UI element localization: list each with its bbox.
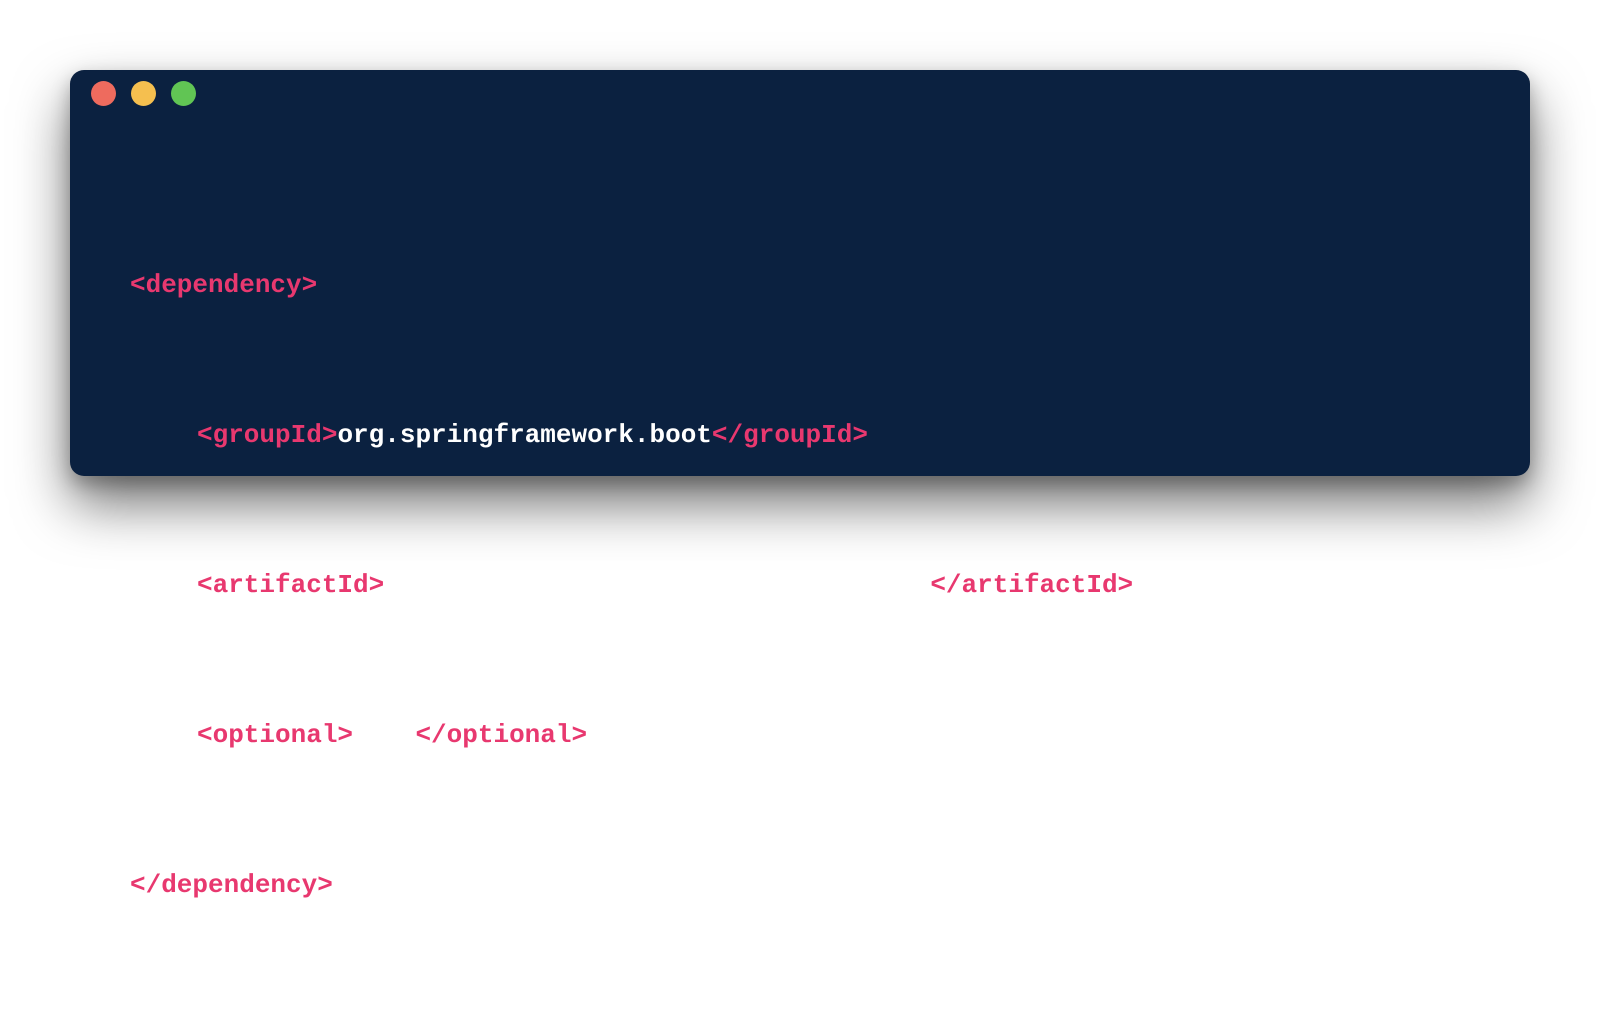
xml-tag: <optional> <box>197 720 354 750</box>
maximize-button[interactable] <box>171 81 196 106</box>
xml-value: true <box>353 720 416 750</box>
xml-tag: <groupId> <box>197 420 338 450</box>
code-line-groupid: <groupId>org.springframework.boot</group… <box>130 410 1133 460</box>
window-controls <box>91 81 196 106</box>
xml-value: org.springframework.boot <box>337 420 712 450</box>
xml-tag: </artifactId> <box>930 570 1134 600</box>
close-button[interactable] <box>91 81 116 106</box>
code-line-dependency-open: <dependency> <box>130 260 1133 310</box>
xml-tag: <artifactId> <box>197 570 385 600</box>
xml-tag: <dependency> <box>130 270 318 300</box>
code-line-optional: <optional>true</optional> <box>130 710 1133 760</box>
code-block: <dependency> <groupId>org.springframewor… <box>130 160 1133 1010</box>
code-window: <dependency> <groupId>org.springframewor… <box>70 70 1530 900</box>
xml-tag: </optional> <box>415 720 588 750</box>
code-line-artifactid: <artifactId>spring-boot-configuration-pr… <box>130 560 1133 610</box>
xml-value: spring-boot-configuration-processor <box>384 570 931 600</box>
code-line-dependency-close: </dependency> <box>130 860 1133 910</box>
xml-tag: </groupId> <box>711 420 868 450</box>
xml-tag: </dependency> <box>130 870 333 900</box>
minimize-button[interactable] <box>131 81 156 106</box>
